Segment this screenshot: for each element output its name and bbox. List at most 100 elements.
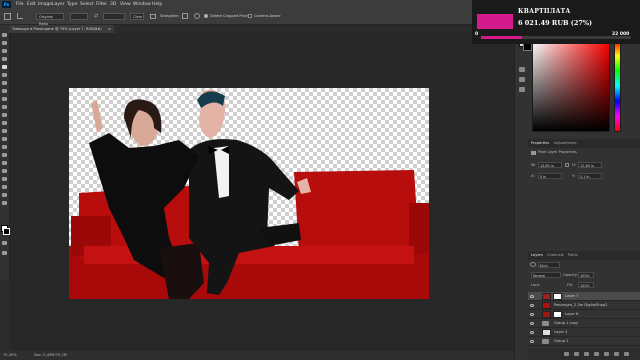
path-select-tool-icon[interactable] (2, 169, 7, 173)
new-group-icon[interactable] (604, 352, 609, 356)
layer-row-group-1-copy[interactable]: Group 1 copy (528, 319, 640, 328)
tab-properties[interactable]: Properties (531, 139, 549, 148)
document-tab[interactable]: Тимощук в Реконцене @ 75% (Layer 7, RGB/… (9, 25, 114, 33)
opacity-input[interactable]: 100% (578, 272, 594, 278)
eraser-tool-icon[interactable] (2, 121, 7, 125)
screen-mode-icon[interactable] (2, 251, 7, 255)
brush-tool-icon[interactable] (2, 97, 7, 101)
clone-stamp-tool-icon[interactable] (2, 105, 7, 109)
link-icon[interactable] (565, 163, 569, 167)
y-input[interactable]: 0,1 in (578, 173, 602, 179)
layer-name: Layer 3 (554, 330, 568, 334)
delete-cropped-checkbox[interactable] (204, 14, 208, 18)
menu-file[interactable]: File (16, 0, 24, 9)
swap-icon[interactable]: ⇄ (94, 14, 100, 19)
layer-mask-thumbnail[interactable] (553, 293, 562, 300)
zoom-tool-icon[interactable] (2, 193, 7, 197)
history-brush-tool-icon[interactable] (2, 113, 7, 117)
overlay-color-block (477, 14, 513, 29)
pixel-layer-icon (531, 151, 536, 155)
quick-mask-icon[interactable] (2, 241, 7, 245)
y-label: Y: (572, 174, 575, 178)
history-panel-icon[interactable] (519, 67, 525, 72)
menu-help[interactable]: Help (152, 0, 162, 9)
background-color-swatch[interactable] (3, 228, 10, 235)
visibility-eye-icon[interactable] (530, 331, 534, 334)
blend-mode-select[interactable]: Normal (531, 272, 561, 278)
color-picker-field[interactable] (532, 40, 610, 132)
sofa-arm-right (409, 203, 429, 253)
layer-row-photo[interactable]: Реконцен_2-3m DigitalShop2 (528, 301, 640, 310)
menu-view[interactable]: View (120, 0, 131, 9)
layer-row-layer-6[interactable]: Layer 6 (528, 310, 640, 319)
marquee-tool-icon[interactable] (2, 41, 7, 45)
more-tools-icon[interactable] (2, 201, 7, 205)
layer-row-layer-7[interactable]: Layer 7 (528, 292, 640, 301)
menu-type[interactable]: Type (67, 0, 77, 9)
x-input[interactable]: 0 in (538, 173, 562, 179)
gradient-tool-icon[interactable] (2, 129, 7, 133)
layer-filter-select[interactable]: Kind (538, 262, 560, 268)
add-mask-icon[interactable] (584, 352, 589, 356)
eyedropper-tool-icon[interactable] (2, 81, 7, 85)
menu-filter[interactable]: Filter (96, 0, 107, 9)
type-tool-icon[interactable] (2, 161, 7, 165)
fill-input[interactable]: 100% (578, 282, 594, 288)
crop-preset-icon[interactable] (17, 13, 23, 19)
clear-button[interactable]: Clear (130, 13, 144, 20)
overlay-max-label: 22 000 (612, 32, 630, 37)
crop-tool-icon[interactable] (2, 65, 7, 69)
x-label: X: (531, 174, 535, 178)
blur-tool-icon[interactable] (2, 137, 7, 141)
shape-tool-icon[interactable] (2, 177, 7, 181)
close-tab-icon[interactable]: × (108, 25, 111, 33)
content-aware-checkbox[interactable] (248, 14, 252, 18)
height-input[interactable]: 12,48 in (578, 162, 602, 168)
zoom-level[interactable]: 75,49% (3, 351, 17, 360)
dodge-tool-icon[interactable] (2, 145, 7, 149)
pen-tool-icon[interactable] (2, 153, 7, 157)
adjustment-layer-icon[interactable] (594, 352, 599, 356)
filter-search-icon[interactable] (530, 262, 536, 267)
layer-row-group-2[interactable]: Group 2 (528, 337, 640, 346)
settings-gear-icon[interactable] (194, 13, 200, 19)
menu-3d[interactable]: 3D (110, 0, 116, 9)
crop-ratio-select[interactable]: Original Ratio (36, 13, 64, 26)
hue-slider[interactable] (614, 40, 621, 132)
visibility-eye-icon[interactable] (530, 340, 534, 343)
straighten-icon[interactable] (150, 14, 156, 19)
tab-adjustments[interactable]: Adjustments (554, 139, 577, 148)
tab-channels[interactable]: Channels (547, 251, 564, 260)
menu-window[interactable]: Window (133, 0, 151, 9)
tab-layers[interactable]: Layers (531, 251, 543, 260)
menu-edit[interactable]: Edit (27, 0, 36, 9)
menu-select[interactable]: Select (80, 0, 94, 9)
document-canvas[interactable] (69, 88, 429, 299)
crop-tool-icon[interactable] (4, 13, 11, 20)
grid-overlay-icon[interactable] (182, 13, 188, 19)
width-field[interactable] (70, 13, 88, 20)
move-tool-icon[interactable] (2, 33, 7, 37)
width-input[interactable]: 13,89 in (538, 162, 562, 168)
frame-tool-icon[interactable] (2, 73, 7, 77)
character-panel-icon[interactable] (519, 87, 525, 92)
layer-mask-thumbnail[interactable] (553, 311, 562, 318)
menu-image[interactable]: Image (38, 0, 52, 9)
visibility-eye-icon[interactable] (530, 322, 534, 325)
trash-icon[interactable] (624, 352, 629, 356)
height-field[interactable] (103, 13, 125, 20)
menu-layer[interactable]: Layer (52, 0, 65, 9)
lasso-tool-icon[interactable] (2, 49, 7, 53)
tab-paths[interactable]: Paths (568, 251, 578, 260)
hand-tool-icon[interactable] (2, 185, 7, 189)
layer-row-layer-3[interactable]: Layer 3 (528, 328, 640, 337)
link-layers-icon[interactable] (564, 352, 569, 356)
new-layer-icon[interactable] (614, 352, 619, 356)
brush-panel-icon[interactable] (519, 77, 525, 82)
quick-select-tool-icon[interactable] (2, 57, 7, 61)
healing-brush-tool-icon[interactable] (2, 89, 7, 93)
visibility-eye-icon[interactable] (530, 295, 534, 298)
layer-style-icon[interactable] (574, 352, 579, 356)
visibility-eye-icon[interactable] (530, 313, 534, 316)
visibility-eye-icon[interactable] (530, 304, 534, 307)
